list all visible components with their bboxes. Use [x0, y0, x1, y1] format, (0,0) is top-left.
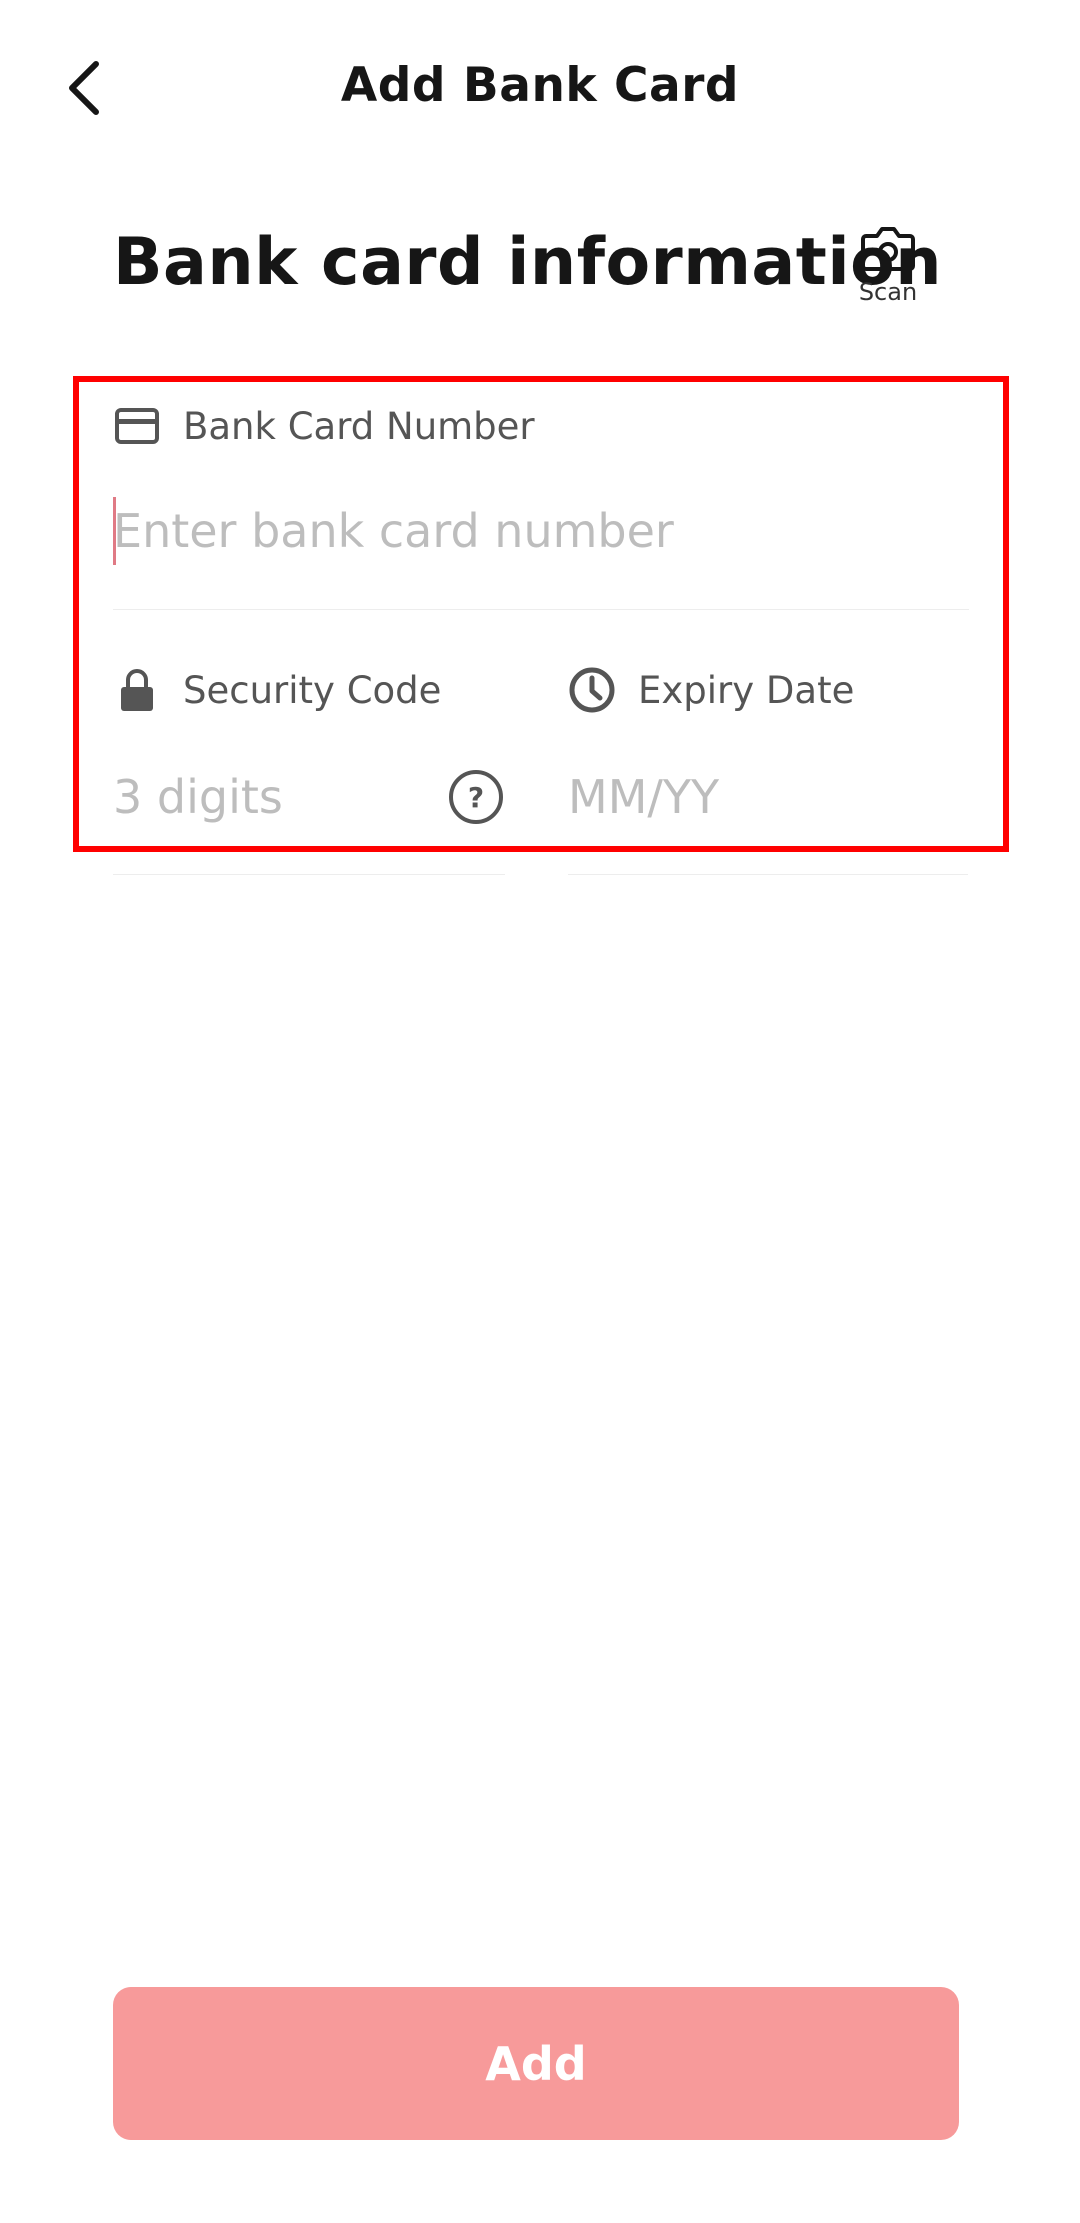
svg-text:?: ? — [468, 781, 484, 814]
scan-button[interactable]: Scan — [848, 224, 928, 310]
lock-icon — [113, 666, 161, 714]
add-button[interactable]: Add — [113, 1987, 959, 2140]
clock-icon — [568, 666, 616, 714]
security-code-help-button[interactable]: ? — [447, 768, 505, 826]
card-number-label-text: Bank Card Number — [183, 404, 535, 448]
expiry-date-label-text: Expiry Date — [638, 668, 855, 712]
card-number-divider — [113, 609, 969, 610]
expiry-date-divider — [568, 874, 968, 875]
page-title: Add Bank Card — [340, 58, 740, 113]
scan-label: Scan — [858, 278, 918, 306]
security-code-label: Security Code — [113, 666, 441, 714]
expiry-date-input[interactable] — [568, 762, 948, 832]
security-code-divider — [113, 874, 505, 875]
camera-icon — [861, 227, 915, 271]
question-circle-icon: ? — [449, 770, 503, 824]
card-number-input[interactable] — [113, 496, 943, 566]
card-number-label: Bank Card Number — [113, 402, 535, 450]
security-code-label-text: Security Code — [183, 668, 442, 712]
header-bar: Add Bank Card — [0, 0, 1080, 180]
expiry-date-label: Expiry Date — [568, 666, 854, 714]
section-title: Bank card information — [113, 225, 943, 300]
credit-card-icon — [113, 402, 161, 450]
security-code-input[interactable] — [113, 762, 433, 832]
